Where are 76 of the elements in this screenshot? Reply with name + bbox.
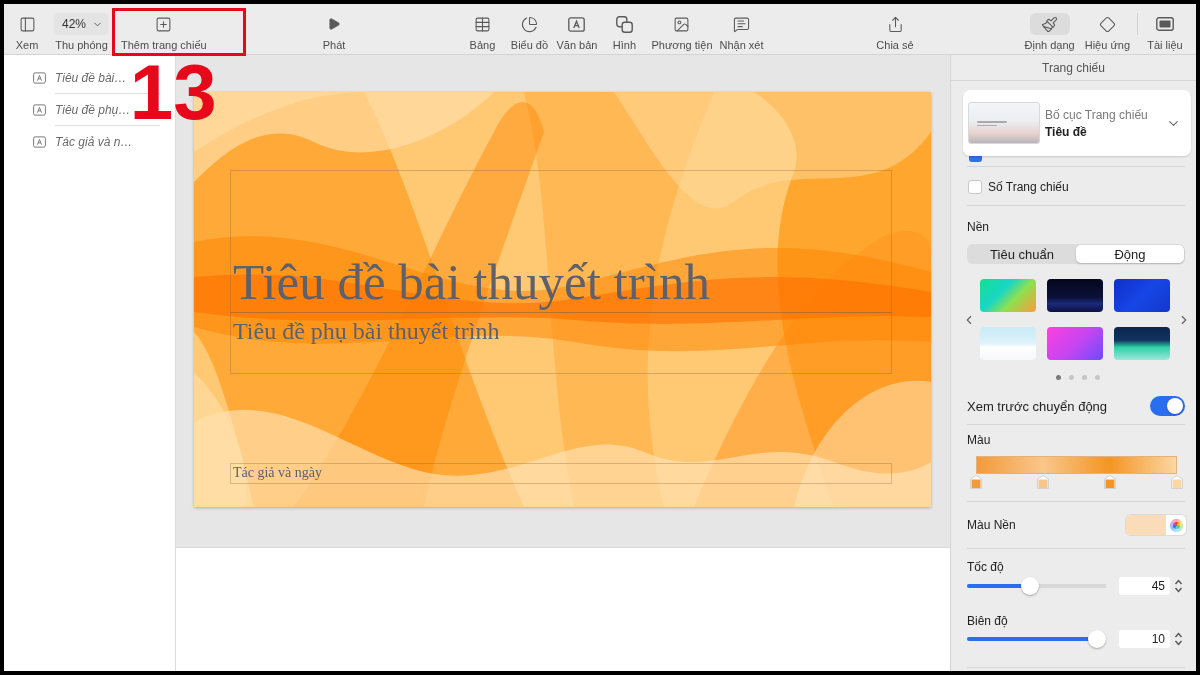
share-button[interactable]: Chia sẻ	[873, 4, 917, 52]
section-heading: Nền	[967, 219, 989, 235]
text-box-icon	[33, 135, 46, 148]
segment-tab[interactable]: Động	[1076, 245, 1184, 263]
stepper-icon[interactable]	[1172, 577, 1185, 595]
slider-thumb[interactable]	[1088, 630, 1106, 648]
slider-label: Biên độ	[967, 613, 1008, 629]
sidebar-icon	[18, 15, 36, 33]
play-icon	[327, 17, 341, 31]
text-box-icon	[33, 103, 46, 116]
play-button[interactable]: Phát	[312, 4, 356, 52]
color-well[interactable]	[1126, 515, 1186, 535]
background-thumbnail[interactable]	[1114, 279, 1170, 312]
comment-icon	[733, 15, 750, 33]
slider-label: Tốc độ	[967, 559, 1004, 575]
page-dot[interactable]	[1069, 375, 1074, 380]
share-icon	[886, 15, 904, 33]
shape-button[interactable]: Hình	[602, 4, 647, 52]
layout-name: Tiêu đề	[1045, 124, 1088, 139]
number-field[interactable]: 45	[1119, 577, 1170, 595]
slide-footer[interactable]: Tác giả và ngày	[230, 463, 892, 484]
table-button[interactable]: Bảng	[460, 4, 505, 52]
pie-chart-icon	[520, 15, 538, 33]
animate-button[interactable]: Hiệu ứng	[1082, 4, 1132, 52]
table-icon	[473, 15, 491, 33]
image-icon	[673, 15, 691, 33]
paintbrush-icon	[1041, 15, 1059, 33]
page-dot[interactable]	[1056, 375, 1061, 380]
page-dot[interactable]	[1095, 375, 1100, 380]
slider-thumb[interactable]	[1020, 577, 1039, 595]
color-stop-icon[interactable]	[1104, 475, 1116, 489]
checkbox[interactable]	[968, 180, 982, 194]
text-box-icon	[568, 16, 586, 32]
media-button[interactable]: Phương tiện	[649, 4, 715, 52]
chart-button[interactable]: Biểu đồ	[507, 4, 552, 52]
text-button[interactable]: Văn bản	[554, 4, 600, 52]
background-thumbnail[interactable]	[1047, 327, 1103, 360]
color-stop-icon[interactable]	[1171, 475, 1183, 489]
toolbar-label: Thu phóng	[55, 39, 108, 52]
color-wheel-icon	[1169, 518, 1183, 532]
outline-item[interactable]: Tác giả và n…	[4, 126, 133, 157]
color-stop-icon[interactable]	[1037, 475, 1049, 489]
page-dot[interactable]	[1082, 375, 1087, 380]
gradient-bar[interactable]	[976, 456, 1177, 474]
background-thumbnail[interactable]	[980, 279, 1036, 312]
color-label: Màu Nền	[967, 518, 1016, 532]
layout-preview-drawing	[968, 102, 1040, 144]
step-number: 13	[129, 62, 217, 122]
segment-tab[interactable]: Tiêu chuẩn	[968, 245, 1076, 263]
add-slide-button[interactable]: Thêm trang chiếu	[119, 4, 209, 52]
zoom-dropdown[interactable]: 42%	[54, 13, 110, 35]
inspector-title: Trang chiếu	[951, 55, 1196, 81]
format-button[interactable]: Định dạng	[1022, 4, 1077, 52]
document-button[interactable]: Tài liệu	[1143, 4, 1187, 52]
toggle-switch[interactable]	[1150, 396, 1185, 416]
checkbox[interactable]	[969, 156, 982, 162]
color-stop-icon[interactable]	[970, 475, 982, 489]
outline-item[interactable]: Tiêu đề phụ…	[4, 94, 131, 125]
section-heading: Màu	[967, 432, 991, 448]
comment-button[interactable]: Nhận xét	[717, 4, 766, 52]
layout-caption: Bố cục Trang chiếu	[1045, 107, 1149, 122]
panel-icon	[1156, 17, 1174, 31]
background-thumbnail[interactable]	[1047, 279, 1103, 312]
background-thumbnail[interactable]	[1114, 327, 1170, 360]
plus-icon	[155, 15, 173, 33]
toggle-label: Xem trước chuyển động	[967, 398, 1108, 414]
shapes-icon	[615, 15, 633, 33]
stepper-icon[interactable]	[1172, 630, 1185, 648]
checkbox-label: Số Trang chiếu	[988, 180, 1069, 194]
layout-picker[interactable]: Bố cục Trang chiếu Tiêu đề	[963, 90, 1191, 156]
number-field[interactable]: 10	[1119, 630, 1170, 648]
background-thumbnail[interactable]	[980, 327, 1036, 360]
text-box-icon	[33, 71, 46, 84]
view-button[interactable]: Xem	[5, 4, 49, 52]
diamond-icon	[1098, 15, 1116, 33]
outline-item[interactable]: Tiêu đề bài…	[4, 62, 127, 93]
